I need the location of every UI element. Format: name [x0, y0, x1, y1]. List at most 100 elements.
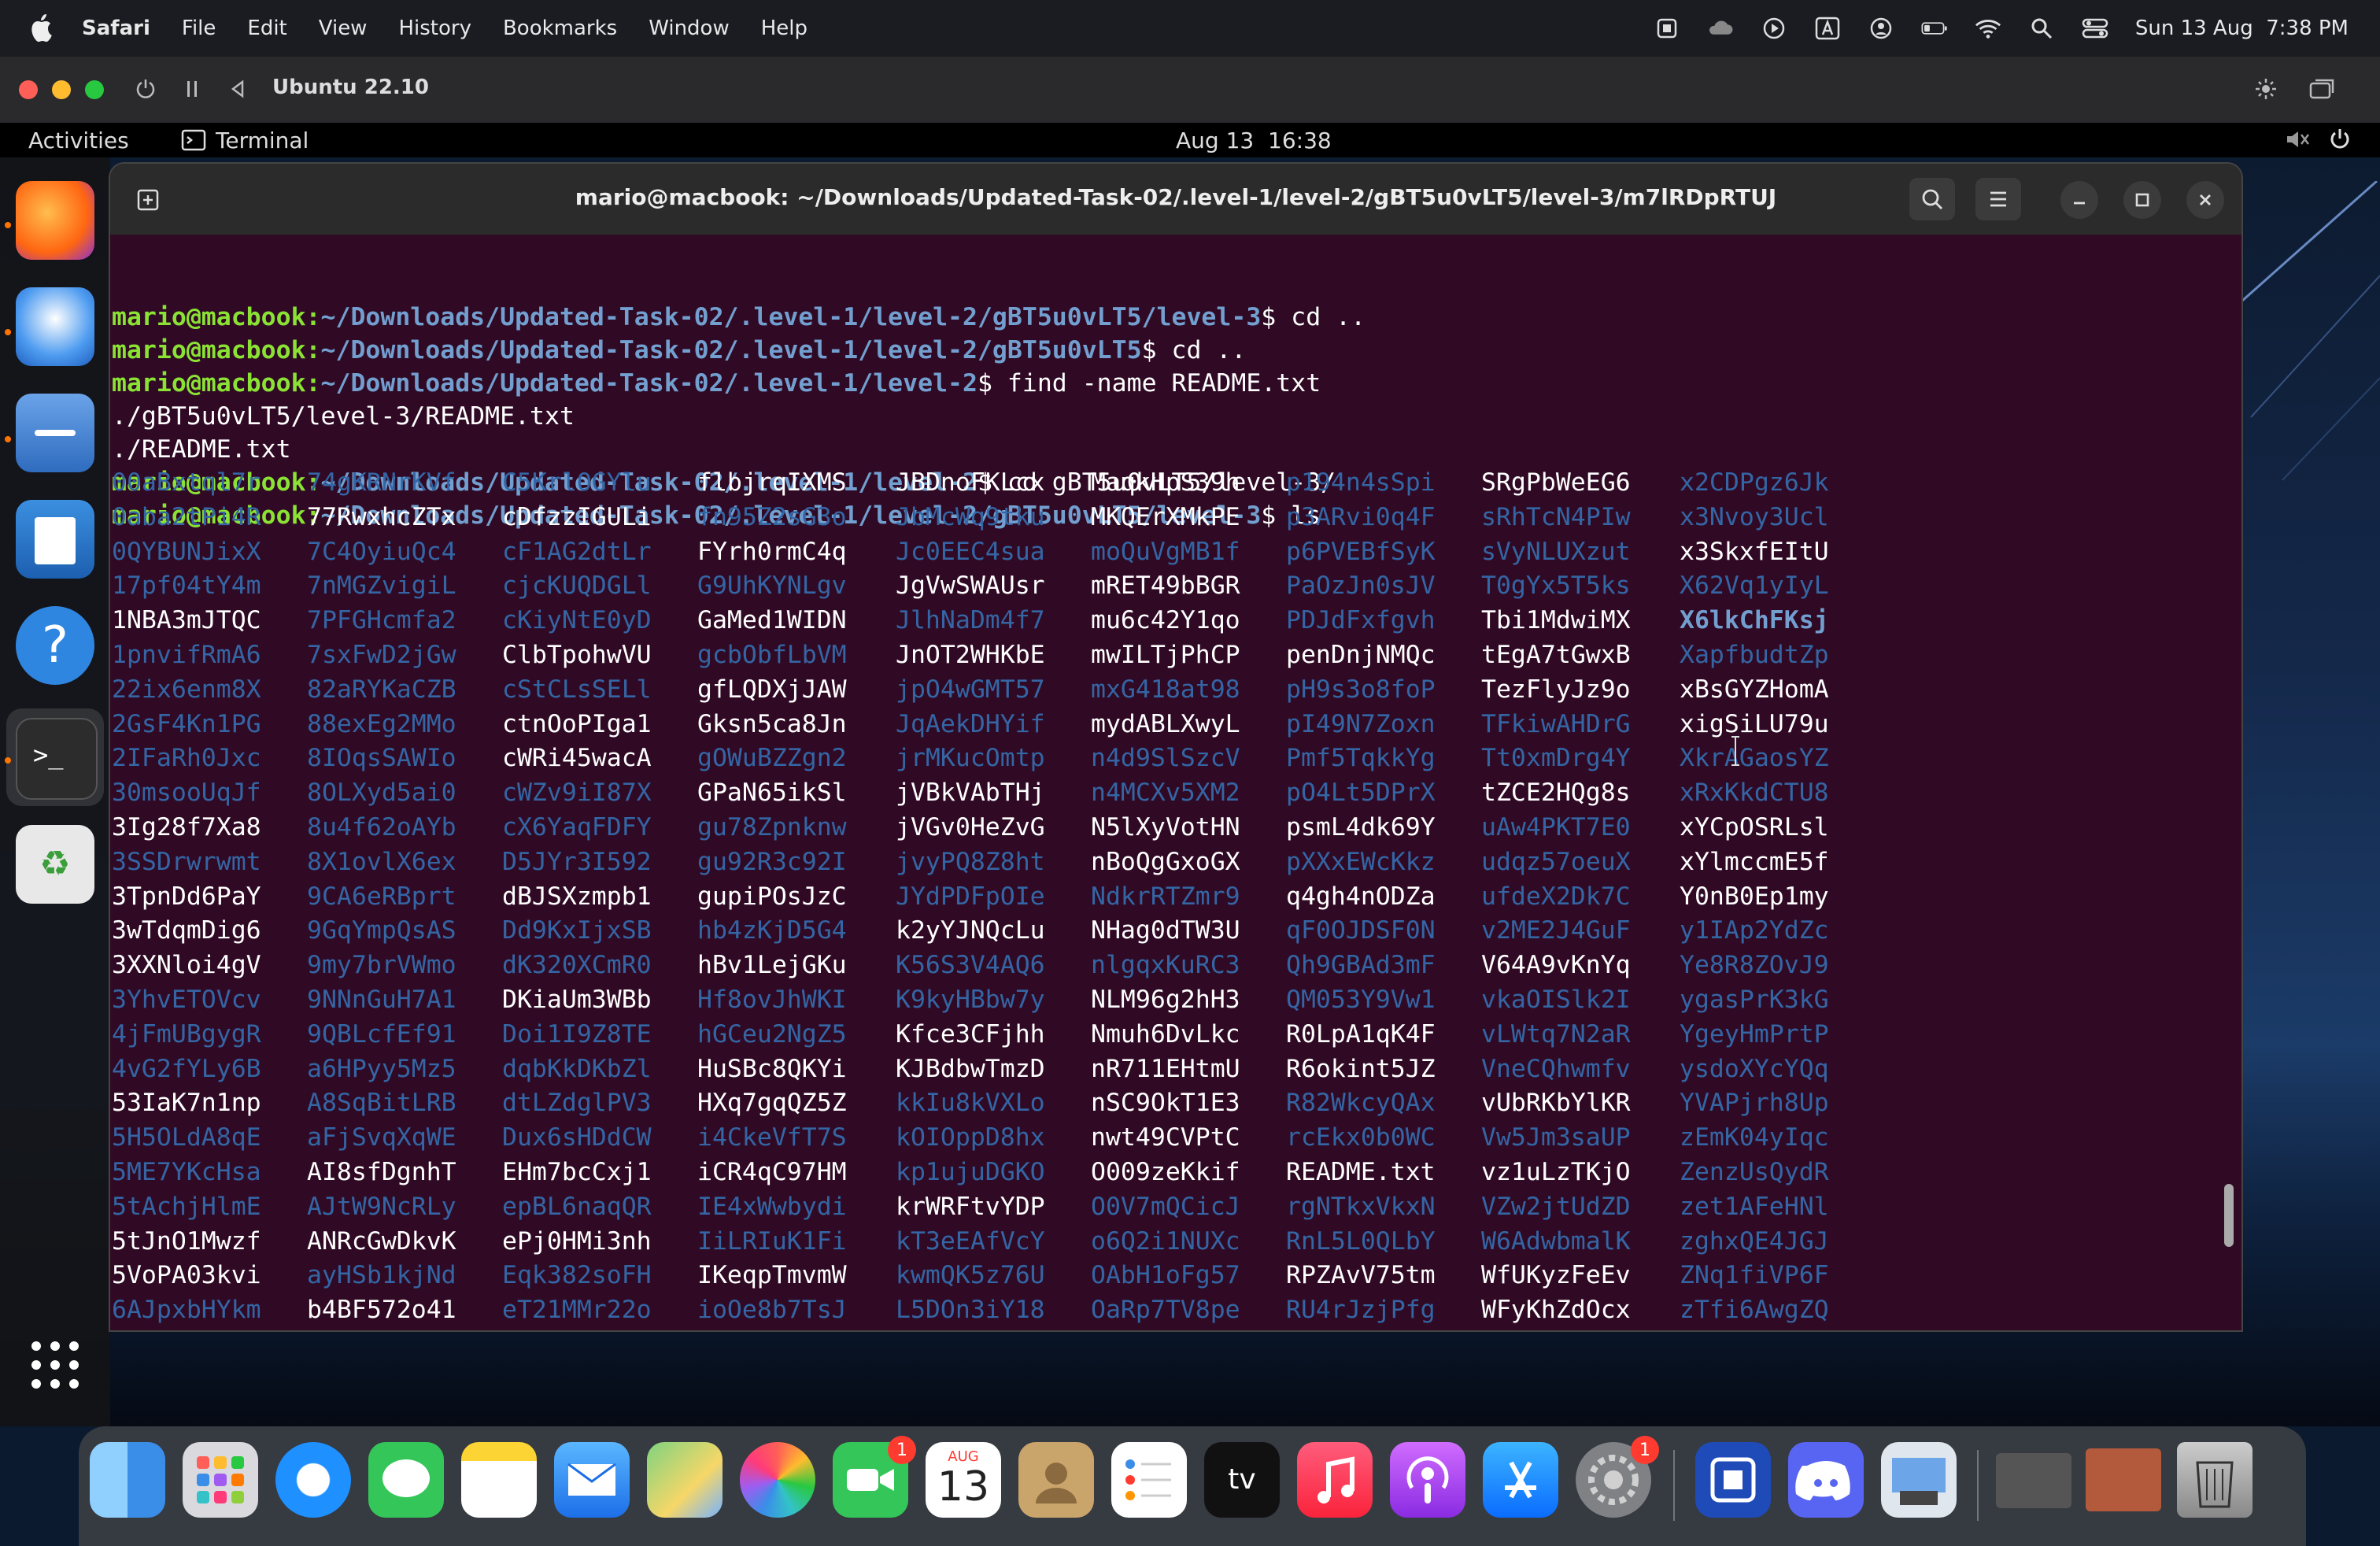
photos-icon[interactable] [740, 1442, 815, 1518]
ls-file-entry: R6okint5JZ [1286, 1054, 1436, 1083]
thunderbird-icon[interactable] [16, 287, 94, 366]
battery-icon[interactable] [1921, 15, 1948, 42]
music-icon[interactable] [1297, 1442, 1373, 1518]
discord-icon[interactable] [1788, 1442, 1864, 1518]
vm-pause-icon[interactable] [183, 79, 201, 105]
menu-file[interactable]: File [182, 17, 216, 40]
play-icon[interactable] [1761, 15, 1787, 42]
menu-window[interactable]: Window [649, 17, 730, 40]
control-center-icon[interactable] [2082, 15, 2108, 42]
power-icon[interactable] [2328, 128, 2352, 157]
ls-directory-entry: nlgqxKuRC3 [1091, 951, 1240, 980]
notes-icon[interactable] [461, 1442, 537, 1518]
files-icon[interactable] [16, 394, 94, 472]
launchpad-icon[interactable] [183, 1442, 258, 1518]
help-icon[interactable]: ? [16, 606, 94, 685]
vm-zoom-button[interactable] [85, 80, 104, 99]
terminal-menu-button[interactable] [1975, 178, 2021, 220]
ls-directory-entry: JlhNaDm4f7 [896, 606, 1045, 635]
ubuntu-clock[interactable]: Aug 13 16:38 [1176, 128, 1332, 153]
wifi-icon[interactable] [1975, 15, 2001, 42]
minimized-window-icon[interactable] [2086, 1448, 2161, 1511]
input-a-icon[interactable] [1814, 15, 1841, 42]
system-settings-icon[interactable]: 1 [1576, 1436, 1659, 1518]
terminal-minimize-button[interactable] [2060, 181, 2098, 219]
ls-file-entry: 77RwxhcZTx [307, 502, 456, 531]
vm-windows-icon[interactable] [2309, 77, 2336, 106]
terminal-output[interactable]: mario@macbook:~/Downloads/Updated-Task-0… [110, 235, 2221, 1330]
vm-close-button[interactable] [19, 80, 38, 99]
calendar-icon[interactable]: AUG 13 [926, 1442, 1001, 1518]
ls-directory-entry: 2GsF4Kn1PG [112, 709, 261, 738]
cloud-icon[interactable] [1707, 15, 1734, 42]
ls-file-entry: RPZAvV75tm [1286, 1261, 1436, 1290]
trash-icon[interactable]: ♻ [16, 825, 94, 904]
ls-file-entry: Y0nB0Ep1my [1680, 882, 1829, 911]
app-store-icon[interactable] [1483, 1442, 1558, 1518]
contacts-icon[interactable] [1018, 1442, 1094, 1518]
trash-bin-icon[interactable] [2177, 1442, 2252, 1518]
ls-directory-entry: 9QBLcfEf91 [307, 1019, 456, 1049]
terminal-window[interactable]: mario@macbook: ~/Downloads/Updated-Task-… [110, 164, 2241, 1330]
app-grid-icon[interactable] [28, 1338, 82, 1392]
writer-icon[interactable] [16, 500, 94, 579]
preview-icon[interactable] [1881, 1442, 1957, 1518]
menu-view[interactable]: View [319, 17, 368, 40]
ls-directory-entry: Dux6sHDdCW [502, 1123, 652, 1152]
terminal-search-button[interactable] [1909, 178, 1955, 220]
display-icon[interactable] [1654, 15, 1680, 42]
apple-icon[interactable] [28, 11, 57, 44]
terminal-maximize-button[interactable] [2123, 181, 2161, 219]
menu-edit[interactable]: Edit [247, 17, 286, 40]
terminal-line: ./gBT5u0vLT5/level-3/README.txt [112, 402, 575, 431]
podcasts-icon[interactable] [1390, 1442, 1465, 1518]
reminders-icon[interactable] [1111, 1442, 1187, 1518]
prompt-user: mario@macbook [112, 336, 306, 364]
firefox-icon[interactable] [16, 181, 94, 260]
minimized-window-icon[interactable] [1996, 1453, 2071, 1508]
vm-brightness-icon[interactable] [2254, 77, 2278, 106]
terminal-scrollbar[interactable] [2224, 1184, 2234, 1247]
menubar-clock[interactable]: Sun 13 Aug 7:38 PM [2135, 17, 2349, 40]
vm-back-icon[interactable] [228, 79, 247, 105]
menu-app-name[interactable]: Safari [82, 17, 150, 40]
ls-file-entry: tZCE2HQg8s [1481, 779, 1631, 808]
ls-directory-entry: R82WkcyQAx [1286, 1089, 1436, 1118]
ls-directory-entry: Ye8R8ZOvJ9 [1680, 951, 1829, 980]
menu-bookmarks[interactable]: Bookmarks [503, 17, 617, 40]
terminal-icon[interactable]: >_ [16, 718, 98, 800]
terminal-close-button[interactable] [2186, 181, 2224, 219]
apple-tv-icon[interactable]: tv [1204, 1442, 1280, 1518]
messages-icon[interactable] [368, 1442, 444, 1518]
menu-help[interactable]: Help [761, 17, 808, 40]
facetime-icon[interactable]: 1 [833, 1436, 916, 1518]
ls-directory-entry: Eqk382soFH [502, 1261, 652, 1290]
finder-icon[interactable] [90, 1442, 165, 1518]
activities-button[interactable]: Activities [28, 128, 129, 153]
vm-minimize-button[interactable] [52, 80, 71, 99]
maps-icon[interactable] [647, 1442, 722, 1518]
ls-directory-entry: wgibrPHhJq [1481, 1328, 1631, 1330]
ls-directory-entry: Tt0xmDrg4Y [1481, 744, 1631, 773]
menu-history[interactable]: History [398, 17, 471, 40]
ubuntu-top-bar: Activities Terminal Aug 13 16:38 [0, 123, 2380, 157]
ls-file-entry: DKiaUm3WBb [502, 986, 652, 1014]
vm-app-icon[interactable] [1695, 1442, 1771, 1518]
ls-file-entry: 1NBA3mJTQC [112, 606, 261, 635]
ls-directory-entry: jpO4wGMT57 [896, 675, 1045, 704]
active-app-label[interactable]: Terminal [216, 128, 309, 153]
ls-directory-entry: 00aBxtql7r [112, 468, 261, 497]
vm-power-icon[interactable] [134, 77, 157, 106]
ls-directory-entry: 88exEg2MMo [307, 709, 456, 738]
search-icon[interactable] [2028, 15, 2055, 42]
ls-file-entry: MaqkHpS39h [1091, 468, 1240, 497]
volume-icon[interactable] [2284, 128, 2311, 157]
ls-directory-entry: 7sxFwD2jGw [307, 641, 456, 669]
ls-directory-entry: OAbH1oFg57 [1091, 1261, 1240, 1290]
mail-icon[interactable] [554, 1442, 630, 1518]
ls-directory-entry: 0QYBUNJixX [112, 537, 261, 566]
ls-directory-entry: A8SqBitLRB [307, 1089, 456, 1118]
safari-icon[interactable] [275, 1442, 351, 1518]
ls-directory-entry: 2IFaRh0Jxc [112, 744, 261, 773]
user-icon[interactable] [1868, 15, 1894, 42]
